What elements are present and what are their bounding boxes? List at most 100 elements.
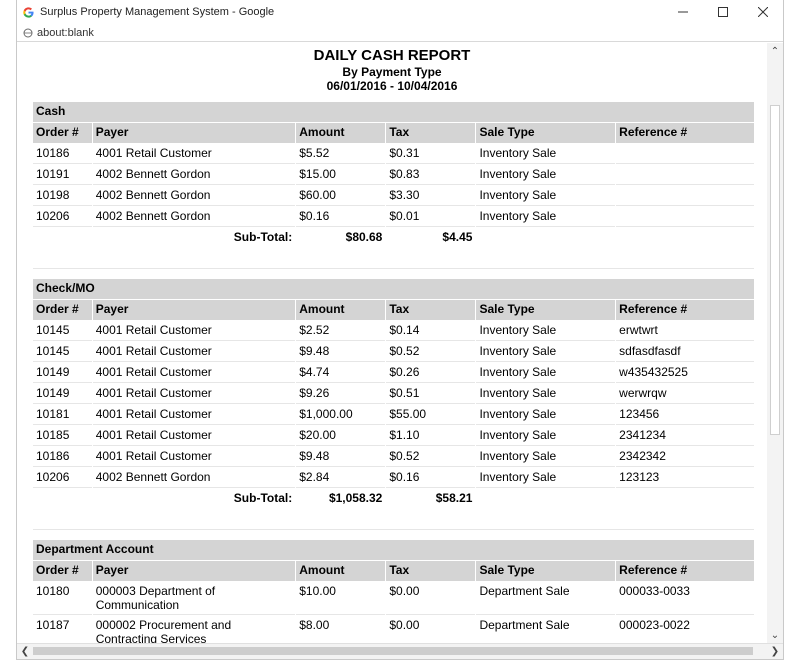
- window-controls: [663, 0, 783, 24]
- column-header-row: Order # Payer Amount Tax Sale Type Reference …: [33, 561, 754, 581]
- browser-window: Surplus Property Management System - Goo…: [16, 0, 784, 660]
- table-cell: Inventory Sale: [476, 207, 616, 227]
- column-header: Order #: [33, 561, 92, 581]
- vertical-scrollbar[interactable]: ⌃ ⌄: [767, 43, 783, 643]
- table-cell: $9.48: [296, 342, 386, 362]
- table-cell: 10180: [33, 582, 92, 615]
- subtotal-label: Sub-Total:: [233, 491, 293, 505]
- table-row: 10206 4002 Bennett Gordon $0.16 $0.01 Invent…: [33, 207, 754, 227]
- column-header: Payer: [92, 123, 296, 143]
- table-cell: Inventory Sale: [476, 384, 616, 404]
- table-row: 10198 4002 Bennett Gordon $60.00 $3.30 Inven…: [33, 186, 754, 206]
- scroll-right-icon[interactable]: ❯: [767, 644, 783, 659]
- table-cell: Inventory Sale: [476, 144, 616, 164]
- title-bar: Surplus Property Management System - Goo…: [17, 0, 783, 24]
- table-cell: 4001 Retail Customer: [92, 384, 296, 404]
- close-button[interactable]: [743, 0, 783, 24]
- table-cell: $9.48: [296, 447, 386, 467]
- table-cell: $0.16: [386, 468, 476, 488]
- table-cell: 123456: [616, 405, 754, 425]
- report-subtitle: By Payment Type: [342, 65, 442, 79]
- table-cell: $4.74: [296, 363, 386, 383]
- table-cell: 4001 Retail Customer: [92, 405, 296, 425]
- column-header: Amount: [296, 300, 386, 320]
- table-cell: Inventory Sale: [476, 165, 616, 185]
- table-cell: $20.00: [296, 426, 386, 446]
- table-cell: $60.00: [296, 186, 386, 206]
- table-cell: 10186: [33, 447, 92, 467]
- column-header: Amount: [296, 123, 386, 143]
- table-cell: Inventory Sale: [476, 447, 616, 467]
- table-row: 10191 4002 Bennett Gordon $15.00 $0.83 Inven…: [33, 165, 754, 185]
- scroll-down-icon[interactable]: ⌄: [767, 627, 783, 643]
- table-cell: 10206: [33, 207, 92, 227]
- report-date-range: 06/01/2016 - 10/04/2016: [326, 79, 458, 93]
- table-row: 10181 4001 Retail Customer $1,000.00 $55.00…: [33, 405, 754, 425]
- table-cell: 10145: [33, 321, 92, 341]
- table-cell: 10181: [33, 405, 92, 425]
- subtotal-row: Sub-Total: $1,058.32 $58.21: [33, 489, 754, 509]
- report-section: Department Account Order # Payer Amount Tax S…: [32, 539, 755, 643]
- table-cell: Inventory Sale: [476, 186, 616, 206]
- subtotal-label: Sub-Total:: [233, 230, 293, 244]
- column-header-row: Order # Payer Amount Tax Sale Type Reference …: [33, 300, 754, 320]
- subtotal-empty: [476, 228, 754, 248]
- table-cell: 4002 Bennett Gordon: [92, 186, 296, 206]
- report-sections: Cash Order # Payer Amount Tax Sale Type Refere…: [17, 101, 767, 643]
- scroll-left-icon[interactable]: ❮: [17, 644, 33, 659]
- table-cell: $15.00: [296, 165, 386, 185]
- address-text: about:blank: [37, 26, 94, 39]
- horizontal-scrollbar[interactable]: ❮ ❯: [17, 643, 783, 659]
- table-cell: $0.52: [386, 342, 476, 362]
- table-cell: Inventory Sale: [476, 405, 616, 425]
- report-section: Cash Order # Payer Amount Tax Sale Type Refere…: [32, 101, 755, 270]
- section-title: Cash: [33, 102, 754, 122]
- table-cell: Inventory Sale: [476, 426, 616, 446]
- section-spacer: [33, 510, 754, 530]
- horizontal-scroll-thumb[interactable]: [33, 647, 753, 655]
- table-cell: [616, 165, 754, 185]
- table-cell: [616, 207, 754, 227]
- table-cell: [616, 186, 754, 206]
- table-row: 10187 000002 Procurement and Contracting …: [33, 616, 754, 643]
- table-cell: 4002 Bennett Gordon: [92, 207, 296, 227]
- subtotal-tax: $4.45: [442, 230, 473, 244]
- table-cell: 4002 Bennett Gordon: [92, 165, 296, 185]
- table-cell: $8.00: [296, 616, 386, 643]
- table-row: 10186 4001 Retail Customer $9.48 $0.52 Inven…: [33, 447, 754, 467]
- table-row: 10149 4001 Retail Customer $4.74 $0.26 Inven…: [33, 363, 754, 383]
- report-title: DAILY CASH REPORT: [313, 47, 471, 64]
- table-cell: Inventory Sale: [476, 342, 616, 362]
- table-cell: $3.30: [386, 186, 476, 206]
- table-cell: 10198: [33, 186, 92, 206]
- minimize-icon: [678, 11, 688, 13]
- vertical-scroll-thumb[interactable]: [770, 105, 780, 435]
- table-cell: 10145: [33, 342, 92, 362]
- google-g-icon: [23, 6, 34, 18]
- minimize-button[interactable]: [663, 0, 703, 24]
- table-cell: $0.00: [386, 616, 476, 643]
- page-icon: [23, 28, 33, 37]
- table-cell: 10191: [33, 165, 92, 185]
- table-cell: $0.31: [386, 144, 476, 164]
- table-cell: 10186: [33, 144, 92, 164]
- table-cell: $5.52: [296, 144, 386, 164]
- table-cell: werwrqw: [616, 384, 754, 404]
- address-bar[interactable]: about:blank: [17, 24, 783, 42]
- section-spacer: [33, 249, 754, 269]
- table-cell: 10187: [33, 616, 92, 643]
- table-cell: $0.16: [296, 207, 386, 227]
- table-cell: Inventory Sale: [476, 468, 616, 488]
- table-row: 10186 4001 Retail Customer $5.52 $0.31 Inven…: [33, 144, 754, 164]
- close-icon: [758, 7, 768, 17]
- table-cell: 4001 Retail Customer: [92, 447, 296, 467]
- table-cell: 4001 Retail Customer: [92, 363, 296, 383]
- table-cell: 000033-0033: [616, 582, 754, 615]
- table-cell: Inventory Sale: [476, 363, 616, 383]
- column-header: Tax: [386, 561, 476, 581]
- table-cell: [616, 144, 754, 164]
- subtotal-amount: $1,058.32: [328, 491, 383, 505]
- table-cell: $0.52: [386, 447, 476, 467]
- scroll-up-icon[interactable]: ⌃: [767, 43, 783, 59]
- maximize-button[interactable]: [703, 0, 743, 24]
